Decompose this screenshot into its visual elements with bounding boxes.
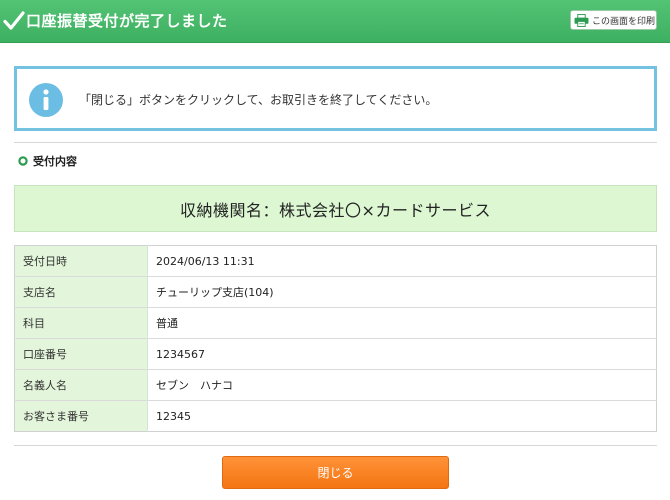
- organization-banner: 収納機関名：株式会社〇×カードサービス: [14, 185, 657, 232]
- field-value: 1234567: [147, 338, 657, 370]
- field-label: 口座番号: [14, 338, 148, 370]
- field-value: セブン ハナコ: [147, 369, 657, 401]
- section-title: 受付内容: [33, 155, 77, 168]
- table-row: 支店名 チューリップ支店(104): [14, 276, 657, 308]
- print-button-label: この画面を印刷: [592, 16, 656, 27]
- field-label: 受付日時: [14, 245, 148, 277]
- field-value: 12345: [147, 400, 657, 432]
- page-header: 口座振替受付が完了しました この画面を印刷: [0, 0, 670, 43]
- table-row: 受付日時 2024/06/13 11:31: [14, 245, 657, 277]
- table-row: お客さま番号 12345: [14, 400, 657, 432]
- table-row: 科目 普通: [14, 307, 657, 339]
- field-label: 名義人名: [14, 369, 148, 401]
- page-title: 口座振替受付が完了しました: [26, 12, 228, 30]
- field-value: チューリップ支店(104): [147, 276, 657, 308]
- divider: [14, 445, 657, 446]
- checkmark-icon: [3, 11, 25, 30]
- field-label: お客さま番号: [14, 400, 148, 432]
- field-value: 普通: [147, 307, 657, 339]
- close-button[interactable]: 閉じる: [222, 456, 449, 489]
- table-row: 名義人名 セブン ハナコ: [14, 369, 657, 401]
- organization-name: 収納機関名：株式会社〇×カードサービス: [180, 200, 491, 220]
- field-label: 支店名: [14, 276, 148, 308]
- print-button[interactable]: この画面を印刷: [570, 10, 657, 30]
- info-message: 「閉じる」ボタンをクリックして、お取引きを終了してください。: [79, 93, 438, 107]
- info-icon: [29, 83, 63, 117]
- section-heading: 受付内容: [18, 153, 77, 169]
- circle-bullet-icon: [18, 156, 28, 166]
- details-table: 受付日時 2024/06/13 11:31 支店名 チューリップ支店(104) …: [14, 245, 657, 432]
- divider: [14, 142, 657, 143]
- printer-icon: [574, 13, 589, 27]
- field-label: 科目: [14, 307, 148, 339]
- close-button-label: 閉じる: [317, 466, 354, 480]
- table-row: 口座番号 1234567: [14, 338, 657, 370]
- field-value: 2024/06/13 11:31: [147, 245, 657, 277]
- info-message-box: 「閉じる」ボタンをクリックして、お取引きを終了してください。: [14, 66, 657, 131]
